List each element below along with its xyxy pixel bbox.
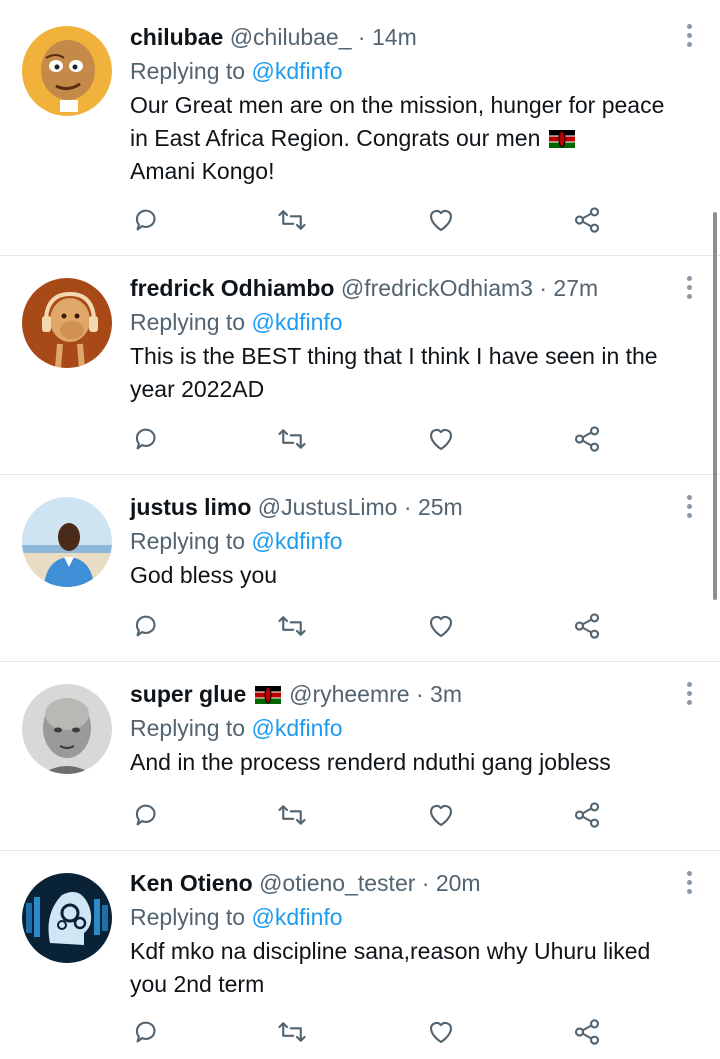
share-icon[interactable] bbox=[572, 205, 606, 239]
scrollbar[interactable] bbox=[713, 212, 717, 600]
replying-to: Replying to @kdfinfo bbox=[130, 902, 668, 932]
display-name[interactable]: super glue bbox=[130, 681, 246, 707]
tweet-text: This is the BEST thing that I think I ha… bbox=[130, 343, 658, 402]
like-icon[interactable] bbox=[426, 611, 460, 645]
display-name[interactable]: fredrick Odhiambo bbox=[130, 275, 334, 301]
replying-to: Replying to @kdfinfo bbox=[130, 713, 668, 743]
share-icon[interactable] bbox=[572, 800, 606, 834]
replying-to-label: Replying to bbox=[130, 58, 252, 84]
mention-link[interactable]: @kdfinfo bbox=[251, 58, 342, 84]
avatar[interactable] bbox=[22, 278, 112, 368]
like-icon[interactable] bbox=[426, 1017, 460, 1051]
display-name[interactable]: chilubae bbox=[130, 24, 223, 50]
more-options-icon[interactable] bbox=[686, 871, 694, 897]
avatar[interactable] bbox=[22, 497, 112, 587]
replying-to-label: Replying to bbox=[130, 309, 252, 335]
share-icon[interactable] bbox=[572, 1017, 606, 1051]
separator-dot: · bbox=[421, 870, 430, 896]
replying-to-label: Replying to bbox=[130, 528, 252, 554]
retweet-icon[interactable] bbox=[277, 205, 311, 239]
display-name[interactable]: Ken Otieno bbox=[130, 870, 253, 896]
reply-tweet[interactable]: chilubae @chilubae_ · 14m Replying to @k… bbox=[0, 0, 720, 256]
reply-tweet[interactable]: justus limo @JustusLimo · 25m Replying t… bbox=[0, 475, 720, 662]
action-bar bbox=[132, 205, 602, 239]
ape-headphones-avatar bbox=[22, 278, 112, 368]
reply-icon[interactable] bbox=[132, 611, 166, 645]
kenya-flag-icon bbox=[254, 686, 281, 704]
tech-head-avatar bbox=[22, 873, 112, 963]
tweet-text-part: Our Great men are on the mission, hunger… bbox=[130, 92, 665, 151]
retweet-icon[interactable] bbox=[277, 1017, 311, 1051]
reply-icon[interactable] bbox=[132, 205, 166, 239]
replying-to-label: Replying to bbox=[130, 904, 252, 930]
mention-link[interactable]: @kdfinfo bbox=[251, 309, 342, 335]
replying-to-label: Replying to bbox=[130, 715, 252, 741]
timestamp[interactable]: 14m bbox=[372, 24, 417, 50]
action-bar bbox=[132, 800, 602, 834]
action-bar bbox=[132, 424, 602, 458]
tweet-text: Our Great men are on the mission, hunger… bbox=[130, 89, 668, 188]
retweet-icon[interactable] bbox=[277, 424, 311, 458]
tweet-text: And in the process renderd nduthi gang j… bbox=[130, 749, 611, 775]
mention-link[interactable]: @kdfinfo bbox=[251, 904, 342, 930]
like-icon[interactable] bbox=[426, 424, 460, 458]
kenya-flag-icon bbox=[548, 130, 575, 148]
replying-to: Replying to @kdfinfo bbox=[130, 307, 668, 337]
separator-dot: · bbox=[539, 275, 548, 301]
user-handle[interactable]: @otieno_tester bbox=[259, 870, 415, 896]
tweet-text: God bless you bbox=[130, 562, 278, 588]
action-bar bbox=[132, 611, 602, 645]
timestamp[interactable]: 27m bbox=[553, 275, 598, 301]
mention-link[interactable]: @kdfinfo bbox=[251, 528, 342, 554]
share-icon[interactable] bbox=[572, 611, 606, 645]
cartoon-face-avatar bbox=[22, 26, 112, 116]
timestamp[interactable]: 3m bbox=[430, 681, 462, 707]
more-options-icon[interactable] bbox=[686, 276, 694, 302]
user-handle[interactable]: @ryheemre bbox=[289, 681, 410, 707]
beach-portrait-avatar bbox=[22, 497, 112, 587]
timestamp[interactable]: 20m bbox=[436, 870, 481, 896]
user-handle[interactable]: @JustusLimo bbox=[258, 494, 398, 520]
separator-dot: · bbox=[403, 494, 412, 520]
mention-link[interactable]: @kdfinfo bbox=[251, 715, 342, 741]
action-bar bbox=[132, 1017, 602, 1051]
retweet-icon[interactable] bbox=[277, 611, 311, 645]
avatar[interactable] bbox=[22, 684, 112, 774]
replying-to: Replying to @kdfinfo bbox=[130, 56, 668, 86]
separator-dot: · bbox=[357, 24, 366, 50]
more-options-icon[interactable] bbox=[686, 495, 694, 521]
like-icon[interactable] bbox=[426, 800, 460, 834]
more-options-icon[interactable] bbox=[686, 24, 694, 50]
tweet-text: Kdf mko na discipline sana,reason why Uh… bbox=[130, 938, 651, 997]
reply-icon[interactable] bbox=[132, 1017, 166, 1051]
dusty-face-avatar bbox=[22, 684, 112, 774]
reply-icon[interactable] bbox=[132, 800, 166, 834]
reply-tweet[interactable]: super glue @ryheemre · 3m Replying to @k… bbox=[0, 662, 720, 851]
separator-dot: · bbox=[415, 681, 424, 707]
tweet-text-part: Amani Kongo! bbox=[130, 158, 275, 184]
avatar[interactable] bbox=[22, 873, 112, 963]
reply-icon[interactable] bbox=[132, 424, 166, 458]
user-handle[interactable]: @fredrickOdhiam3 bbox=[341, 275, 533, 301]
reply-tweet[interactable]: fredrick Odhiambo @fredrickOdhiam3 · 27m… bbox=[0, 256, 720, 475]
more-options-icon[interactable] bbox=[686, 682, 694, 708]
user-handle[interactable]: @chilubae_ bbox=[230, 24, 352, 50]
like-icon[interactable] bbox=[426, 205, 460, 239]
timestamp[interactable]: 25m bbox=[418, 494, 463, 520]
share-icon[interactable] bbox=[572, 424, 606, 458]
retweet-icon[interactable] bbox=[277, 800, 311, 834]
avatar[interactable] bbox=[22, 26, 112, 116]
replying-to: Replying to @kdfinfo bbox=[130, 526, 668, 556]
reply-tweet[interactable]: Ken Otieno @otieno_tester · 20m Replying… bbox=[0, 851, 720, 1059]
display-name[interactable]: justus limo bbox=[130, 494, 251, 520]
